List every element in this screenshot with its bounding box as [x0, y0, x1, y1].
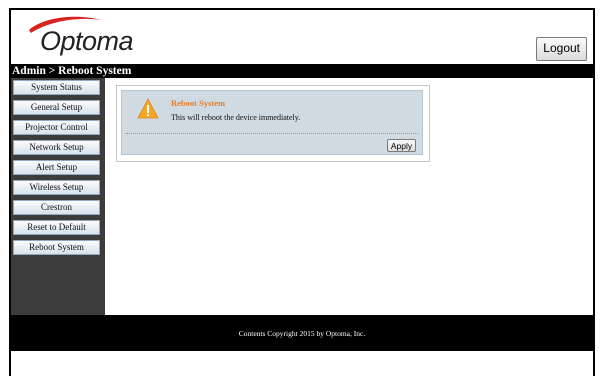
reboot-panel: Reboot System This will reboot the devic… — [116, 85, 430, 162]
sidebar-item-general-setup[interactable]: General Setup — [13, 100, 100, 115]
logout-button[interactable]: Logout — [536, 37, 587, 61]
main-content: Reboot System This will reboot the devic… — [105, 78, 593, 315]
logo-text: Optoma — [40, 26, 134, 56]
panel-divider — [126, 133, 418, 134]
page-frame: Optoma Logout Admin > Reboot System Syst… — [9, 8, 595, 378]
copyright-text: Contents Copyright 2015 by Optoma, Inc. — [238, 329, 366, 338]
reboot-panel-body: Reboot System This will reboot the devic… — [121, 90, 423, 155]
breadcrumb: Admin > Reboot System — [11, 64, 593, 78]
bottom-area — [11, 351, 593, 378]
apply-button[interactable]: Apply — [387, 139, 416, 152]
optoma-logo: Optoma — [19, 12, 139, 60]
sidebar-item-crestron[interactable]: Crestron — [13, 200, 100, 215]
sidebar-item-reboot-system[interactable]: Reboot System — [13, 240, 100, 255]
sidebar-item-network-setup[interactable]: Network Setup — [13, 140, 100, 155]
warning-icon — [137, 98, 159, 119]
panel-title: Reboot System — [171, 98, 226, 108]
sidebar-item-wireless-setup[interactable]: Wireless Setup — [13, 180, 100, 195]
header: Optoma Logout — [11, 10, 593, 64]
panel-message: This will reboot the device immediately. — [171, 113, 301, 122]
sidebar-item-alert-setup[interactable]: Alert Setup — [13, 160, 100, 175]
sidebar-item-system-status[interactable]: System Status — [13, 80, 100, 95]
sidebar: System Status General Setup Projector Co… — [11, 78, 105, 315]
sidebar-item-projector-control[interactable]: Projector Control — [13, 120, 100, 135]
sidebar-item-reset-to-default[interactable]: Reset to Default — [13, 220, 100, 235]
footer: Contents Copyright 2015 by Optoma, Inc. — [11, 315, 593, 351]
